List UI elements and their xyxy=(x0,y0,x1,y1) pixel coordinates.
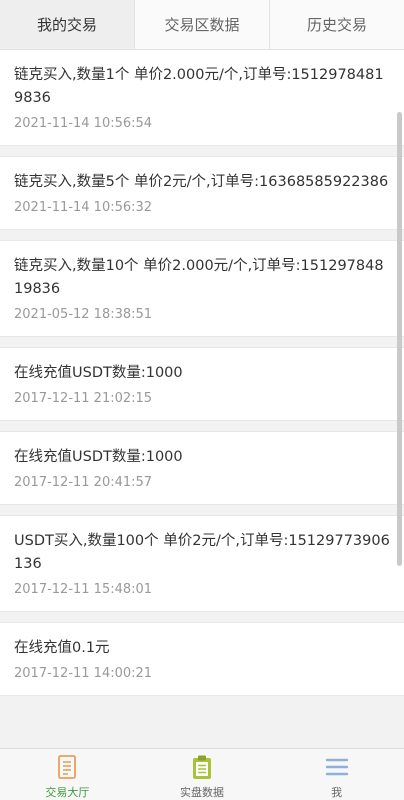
record-title: 在线充值0.1元 xyxy=(14,640,110,656)
record-title: USDT买入,数量100个 单价2元/个,订单号:15129773906136 xyxy=(14,533,390,572)
record-time: 2017-12-11 15:48:01 xyxy=(14,582,153,597)
nav-label: 我 xyxy=(331,786,343,799)
record-title: 链克买入,数量1个 单价2.000元/个,订单号:15129784819836 xyxy=(14,67,384,106)
record-title: 在线充值USDT数量:1000 xyxy=(14,365,183,381)
scrollbar[interactable] xyxy=(397,112,402,566)
record-time: 2021-05-12 18:38:51 xyxy=(14,307,153,322)
nav-label: 交易大厅 xyxy=(45,786,90,799)
list-item[interactable]: USDT买入,数量100个 单价2元/个,订单号:15129773906136 … xyxy=(0,515,404,612)
record-time: 2017-12-11 21:02:15 xyxy=(14,391,153,406)
record-time: 2017-12-11 20:41:57 xyxy=(14,475,153,490)
list-item[interactable]: 链克买入,数量10个 单价2.000元/个,订单号:15129784819836… xyxy=(0,240,404,337)
record-time: 2017-12-11 14:00:21 xyxy=(14,666,153,681)
menu-icon xyxy=(325,758,348,776)
nav-me[interactable]: 我 xyxy=(269,749,404,800)
record-time: 2021-11-14 10:56:54 xyxy=(14,116,153,131)
nav-trading-hall[interactable]: 交易大厅 xyxy=(0,749,135,800)
list-item[interactable]: 链克买入,数量5个 单价2元/个,订单号:16368585922386 2021… xyxy=(0,156,404,230)
list-item[interactable]: 链克买入,数量1个 单价2.000元/个,订单号:15129784819836 … xyxy=(0,50,404,146)
top-tabs: 我的交易 交易区数据 历史交易 xyxy=(0,0,404,50)
nav-label: 实盘数据 xyxy=(180,786,224,799)
clipboard-icon xyxy=(193,755,211,779)
document-icon xyxy=(58,755,77,779)
list-item[interactable]: 在线充值USDT数量:1000 2017-12-11 21:02:15 xyxy=(0,347,404,421)
list-item[interactable]: 在线充值0.1元 2017-12-11 14:00:21 xyxy=(0,622,404,696)
record-title: 链克买入,数量10个 单价2.000元/个,订单号:15129784819836 xyxy=(14,258,384,297)
trade-record-list[interactable]: 链克买入,数量1个 单价2.000元/个,订单号:15129784819836 … xyxy=(0,50,404,748)
record-title: 在线充值USDT数量:1000 xyxy=(14,449,183,465)
tab-history[interactable]: 历史交易 xyxy=(270,0,404,49)
tab-my-trades[interactable]: 我的交易 xyxy=(0,0,135,49)
tab-trading-data[interactable]: 交易区数据 xyxy=(135,0,270,49)
app-root: 我的交易 交易区数据 历史交易 链克买入,数量1个 单价2.000元/个,订单号… xyxy=(0,0,404,800)
nav-live-data[interactable]: 实盘数据 xyxy=(135,749,270,800)
record-time: 2021-11-14 10:56:32 xyxy=(14,200,153,215)
record-title: 链克买入,数量5个 单价2元/个,订单号:16368585922386 xyxy=(14,174,389,190)
bottom-nav: 交易大厅 实盘数据 我 xyxy=(0,748,404,800)
list-item[interactable]: 在线充值USDT数量:1000 2017-12-11 20:41:57 xyxy=(0,431,404,505)
